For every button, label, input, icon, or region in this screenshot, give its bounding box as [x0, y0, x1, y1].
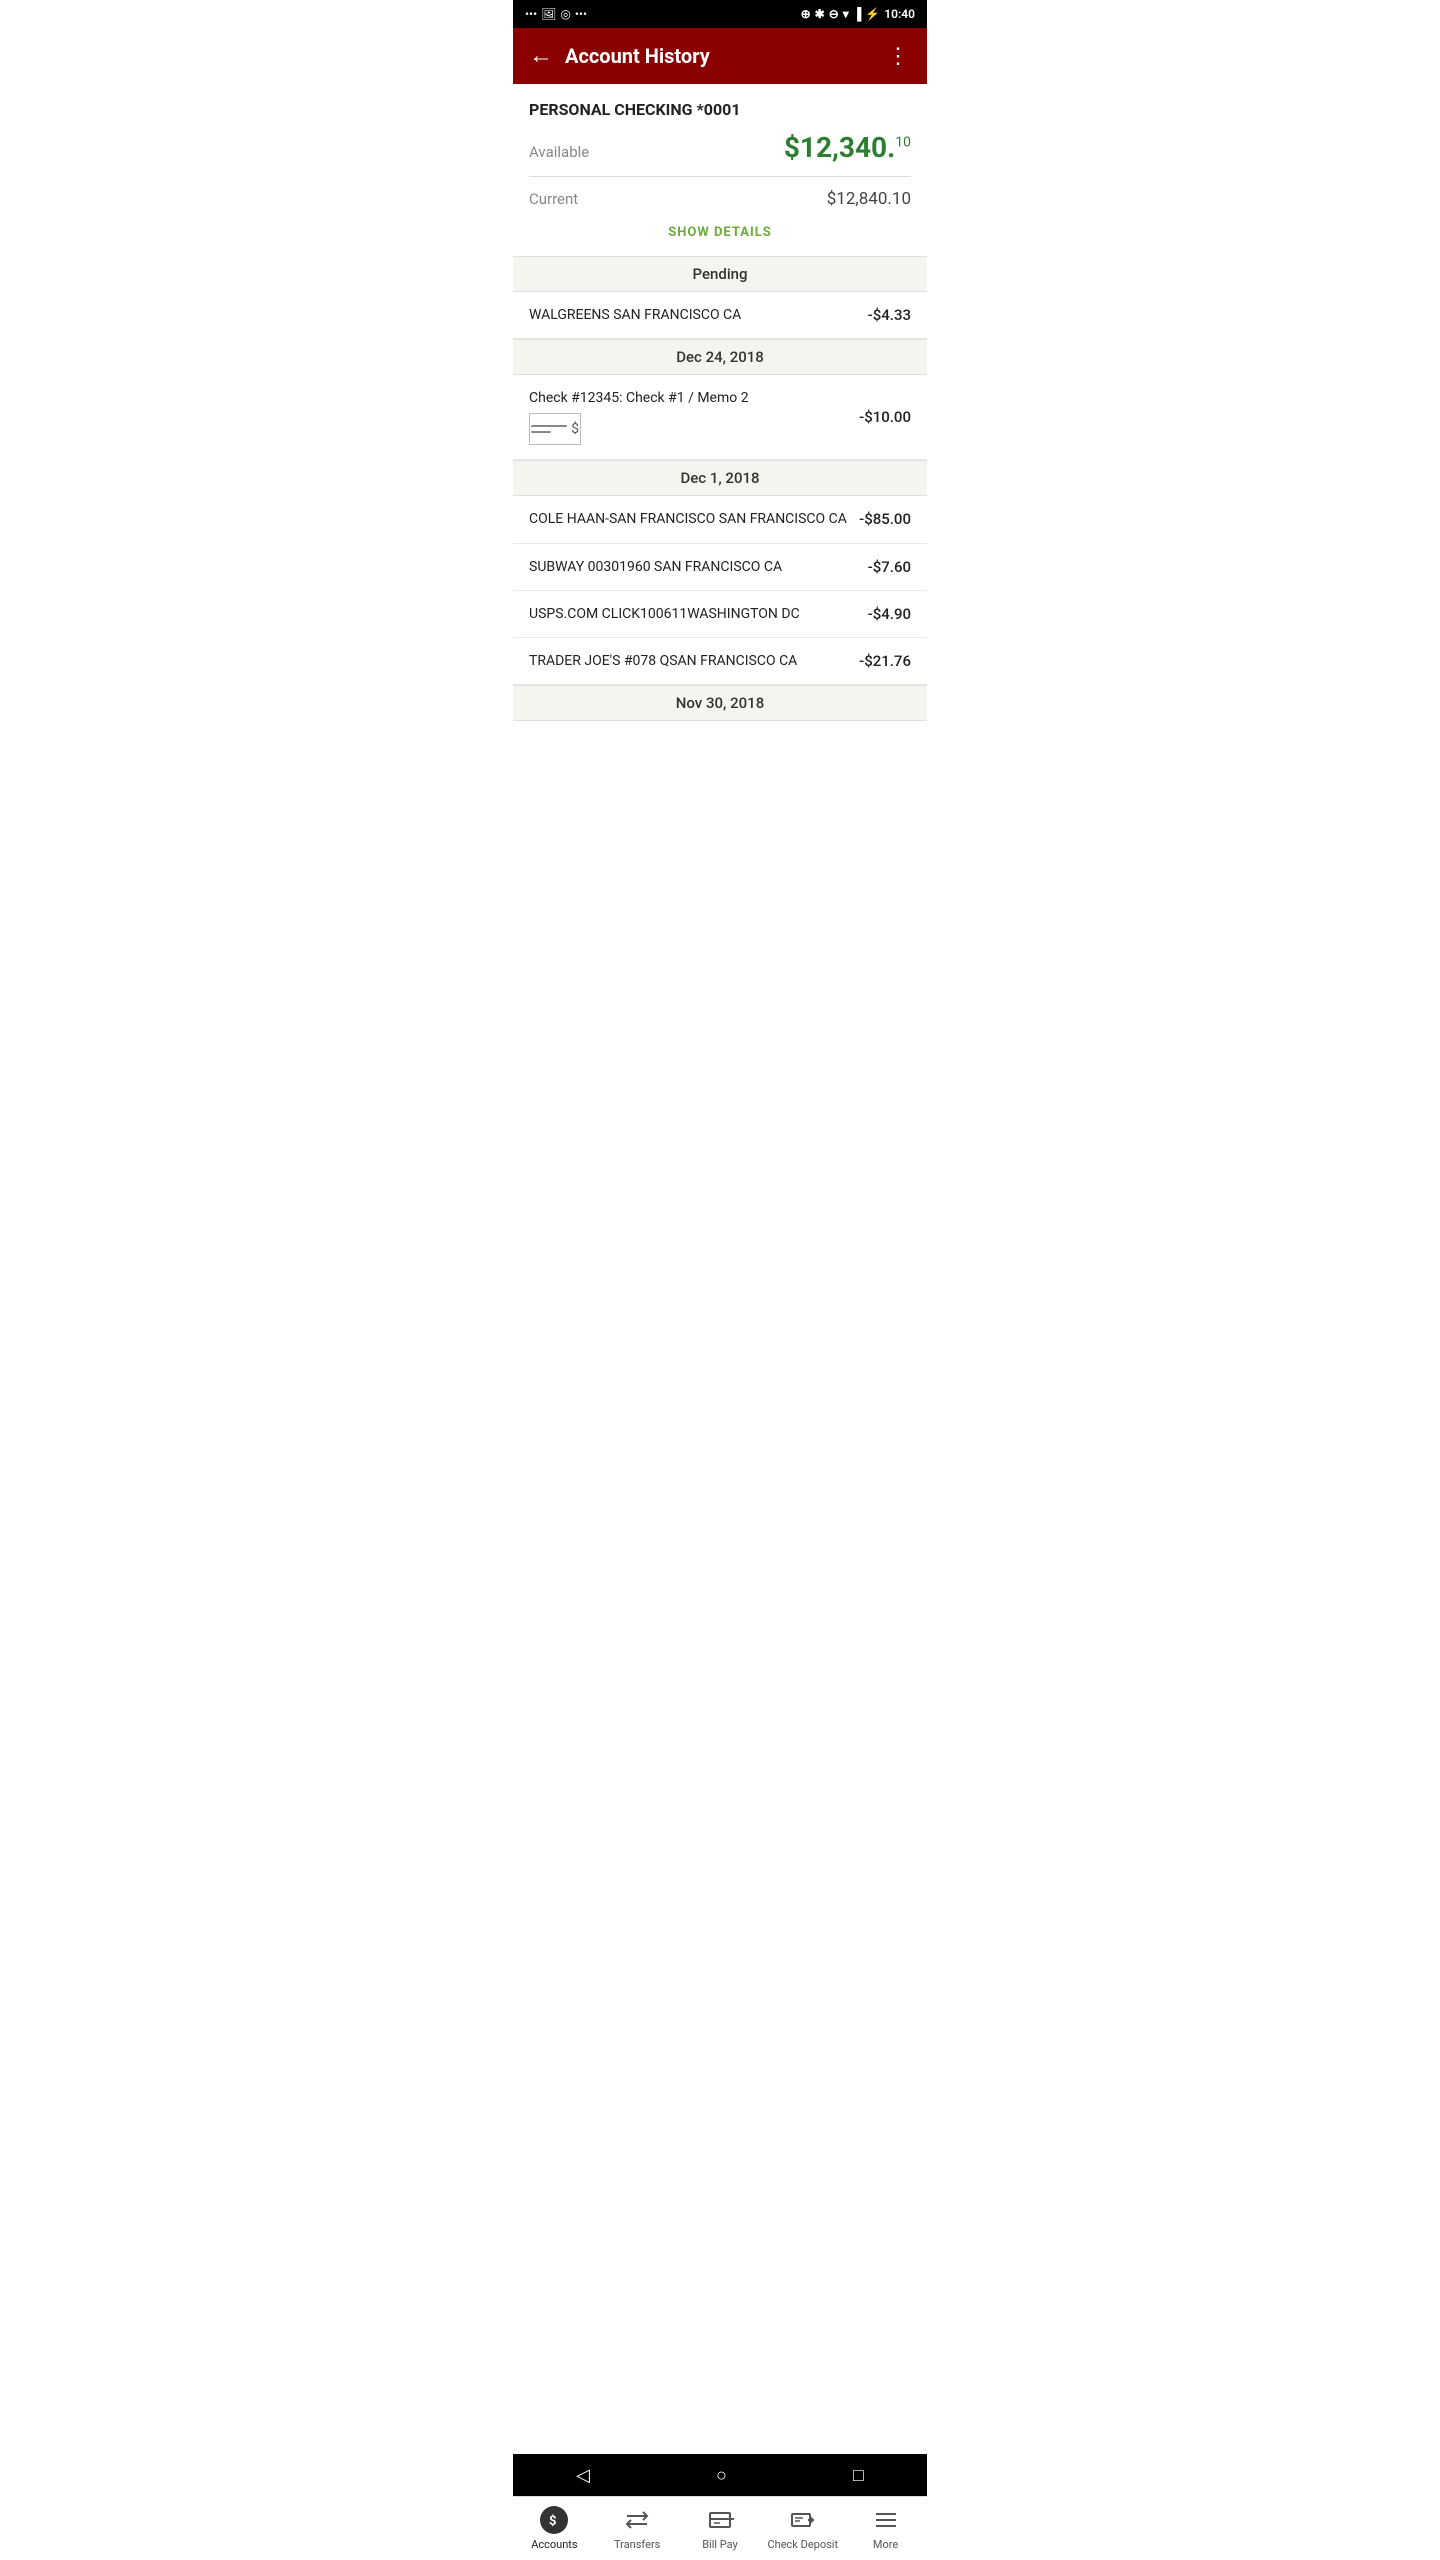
section-header-dec1: Dec 1, 2018 [513, 460, 927, 496]
transaction-left: Check #12345: Check #1 / Memo 2 $ [529, 389, 859, 445]
transaction-amount: -$4.33 [868, 306, 911, 324]
transaction-name: COLE HAAN-SAN FRANCISCO SAN FRANCISCO CA [529, 510, 847, 528]
wifi-icon: ▾ [843, 7, 849, 21]
nav-more[interactable]: More [844, 2497, 927, 2560]
table-row[interactable]: SUBWAY 00301960 SAN FRANCISCO CA -$7.60 [513, 544, 927, 591]
bottom-nav: $ Accounts Transfers Bill Pay [513, 2496, 927, 2560]
transaction-name: SUBWAY 00301960 SAN FRANCISCO CA [529, 558, 856, 576]
transaction-left: SUBWAY 00301960 SAN FRANCISCO CA [529, 558, 868, 576]
transfers-label: Transfers [614, 2538, 660, 2551]
available-amount: $12,340.10 [784, 131, 911, 164]
transaction-amount: -$21.76 [859, 652, 911, 670]
check-line-1 [531, 425, 567, 427]
check-line-2 [531, 431, 551, 433]
current-balance-row: Current $12,840.10 [529, 189, 911, 209]
android-recent-button[interactable]: □ [853, 2465, 864, 2486]
status-right-icons: ⊕ ✱ ⊖ ▾ ▐ ⚡ 10:40 [801, 7, 915, 21]
accounts-label: Accounts [531, 2538, 577, 2551]
android-back-button[interactable]: ◁ [576, 2465, 590, 2486]
check-dollar-sign: $ [571, 421, 579, 437]
sync-icon: ⊕ [801, 7, 811, 21]
nav-checkdeposit[interactable]: Check Deposit [761, 2497, 844, 2560]
status-left-icons: ••• 🖼 ◎ ••• [525, 7, 587, 21]
svg-text:$: $ [549, 2514, 556, 2528]
app-header: ← Account History ⋮ [513, 28, 927, 84]
dots-icon: ••• [575, 7, 587, 21]
content-area: PERSONAL CHECKING *0001 Available $12,34… [513, 84, 927, 827]
transaction-name: TRADER JOE'S #078 QSAN FRANCISCO CA [529, 652, 847, 670]
minus-circle-icon: ⊖ [829, 7, 839, 21]
transaction-name: WALGREENS SAN FRANCISCO CA [529, 306, 856, 324]
table-row[interactable]: WALGREENS SAN FRANCISCO CA -$4.33 [513, 292, 927, 339]
transaction-amount: -$85.00 [859, 510, 911, 528]
bluetooth-icon: ✱ [815, 7, 825, 21]
transaction-name: USPS.COM CLICK100611WASHINGTON DC [529, 605, 856, 623]
transfers-icon [623, 2506, 651, 2534]
section-header-nov30: Nov 30, 2018 [513, 685, 927, 721]
status-bar: ••• 🖼 ◎ ••• ⊕ ✱ ⊖ ▾ ▐ ⚡ 10:40 [513, 0, 927, 28]
transactions-list: Pending WALGREENS SAN FRANCISCO CA -$4.3… [513, 256, 927, 721]
current-label: Current [529, 190, 578, 208]
check-lines [531, 425, 567, 433]
section-header-dec24: Dec 24, 2018 [513, 339, 927, 375]
transaction-left: TRADER JOE'S #078 QSAN FRANCISCO CA [529, 652, 859, 670]
page-title: Account History [565, 44, 887, 68]
available-balance-row: Available $12,340.10 [529, 131, 911, 164]
checkdeposit-label: Check Deposit [768, 2538, 839, 2551]
check-icon: $ [529, 413, 847, 445]
account-name: PERSONAL CHECKING *0001 [529, 100, 911, 119]
divider [529, 176, 911, 177]
image-icon: 🖼 [541, 7, 556, 21]
battery-icon: ⚡ [865, 7, 880, 21]
transaction-amount: -$10.00 [859, 408, 911, 426]
transaction-left: COLE HAAN-SAN FRANCISCO SAN FRANCISCO CA [529, 510, 859, 528]
nav-accounts[interactable]: $ Accounts [513, 2497, 596, 2560]
menu-button[interactable]: ⋮ [887, 43, 911, 69]
transaction-left: USPS.COM CLICK100611WASHINGTON DC [529, 605, 868, 623]
available-label: Available [529, 143, 589, 161]
account-section: PERSONAL CHECKING *0001 Available $12,34… [513, 84, 927, 256]
signal-dots: ••• [525, 7, 537, 21]
more-label: More [873, 2538, 898, 2551]
check-image: $ [529, 413, 581, 445]
transaction-amount: -$7.60 [868, 558, 911, 576]
table-row[interactable]: TRADER JOE'S #078 QSAN FRANCISCO CA -$21… [513, 638, 927, 685]
circle-icon: ◎ [560, 7, 570, 21]
checkdeposit-icon [789, 2506, 817, 2534]
billpay-icon [706, 2506, 734, 2534]
android-home-button[interactable]: ○ [716, 2465, 727, 2486]
section-header-pending: Pending [513, 256, 927, 292]
accounts-icon: $ [540, 2506, 568, 2534]
table-row[interactable]: COLE HAAN-SAN FRANCISCO SAN FRANCISCO CA… [513, 496, 927, 543]
billpay-label: Bill Pay [702, 2538, 738, 2551]
nav-billpay[interactable]: Bill Pay [679, 2497, 762, 2560]
table-row[interactable]: Check #12345: Check #1 / Memo 2 $ -$10.0… [513, 375, 927, 460]
table-row[interactable]: USPS.COM CLICK100611WASHINGTON DC -$4.90 [513, 591, 927, 638]
signal-bars-icon: ▐ [853, 7, 862, 21]
show-details-button[interactable]: SHOW DETAILS [529, 215, 911, 256]
more-icon [872, 2506, 900, 2534]
time: 10:40 [884, 7, 915, 21]
nav-transfers[interactable]: Transfers [596, 2497, 679, 2560]
current-amount: $12,840.10 [827, 189, 911, 209]
transaction-amount: -$4.90 [868, 605, 911, 623]
android-nav-bar: ◁ ○ □ [513, 2454, 927, 2496]
transaction-left: WALGREENS SAN FRANCISCO CA [529, 306, 868, 324]
back-button[interactable]: ← [529, 42, 553, 70]
transaction-name: Check #12345: Check #1 / Memo 2 [529, 389, 847, 407]
